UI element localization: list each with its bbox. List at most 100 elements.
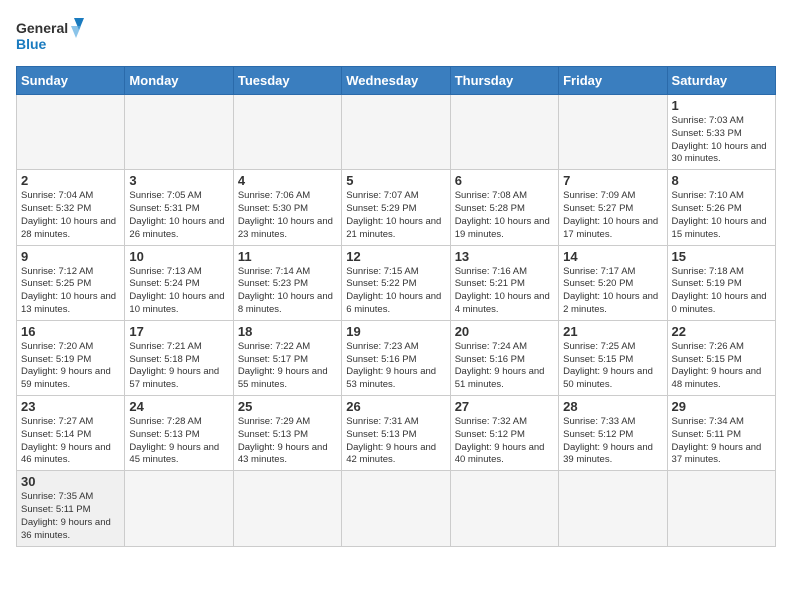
calendar-cell: 14 Sunrise: 7:17 AM Sunset: 5:20 PM Dayli… xyxy=(559,245,667,320)
calendar-cell: 29 Sunrise: 7:34 AM Sunset: 5:11 PM Dayli… xyxy=(667,396,775,471)
calendar-cell xyxy=(559,95,667,170)
day-number: 4 xyxy=(238,173,337,188)
day-number: 26 xyxy=(346,399,445,414)
day-info: Sunrise: 7:25 AM Sunset: 5:15 PM Dayligh… xyxy=(563,341,662,392)
day-info: Sunrise: 7:35 AM Sunset: 5:11 PM Dayligh… xyxy=(21,491,120,542)
day-number: 11 xyxy=(238,249,337,264)
day-number: 16 xyxy=(21,324,120,339)
calendar-cell xyxy=(125,95,233,170)
day-info: Sunrise: 7:05 AM Sunset: 5:31 PM Dayligh… xyxy=(129,190,228,241)
calendar-cell: 12Sunrise: 7:15 AM Sunset: 5:22 PM Dayli… xyxy=(342,245,450,320)
day-number: 19 xyxy=(346,324,445,339)
day-number: 14 xyxy=(563,249,662,264)
day-number: 6 xyxy=(455,173,554,188)
day-info: Sunrise: 7:27 AM Sunset: 5:14 PM Dayligh… xyxy=(21,416,120,467)
day-number: 23 xyxy=(21,399,120,414)
day-info: Sunrise: 7:08 AM Sunset: 5:28 PM Dayligh… xyxy=(455,190,554,241)
day-info: Sunrise: 7:07 AM Sunset: 5:29 PM Dayligh… xyxy=(346,190,445,241)
day-info: Sunrise: 7:17 AM Sunset: 5:20 PM Dayligh… xyxy=(563,266,662,317)
calendar-row-0: 1 Sunrise: 7:03 AM Sunset: 5:33 PM Daylig… xyxy=(17,95,776,170)
day-info: Sunrise: 7:26 AM Sunset: 5:15 PM Dayligh… xyxy=(672,341,771,392)
calendar-cell: 3Sunrise: 7:05 AM Sunset: 5:31 PM Daylig… xyxy=(125,170,233,245)
day-number: 18 xyxy=(238,324,337,339)
calendar-cell: 25Sunrise: 7:29 AM Sunset: 5:13 PM Dayli… xyxy=(233,396,341,471)
weekday-wednesday: Wednesday xyxy=(342,67,450,95)
day-number: 15 xyxy=(672,249,771,264)
day-number: 20 xyxy=(455,324,554,339)
calendar-cell: 30 Sunrise: 7:35 AM Sunset: 5:11 PM Dayli… xyxy=(17,471,125,546)
day-info: Sunrise: 7:03 AM Sunset: 5:33 PM Dayligh… xyxy=(672,115,771,166)
weekday-monday: Monday xyxy=(125,67,233,95)
day-info: Sunrise: 7:23 AM Sunset: 5:16 PM Dayligh… xyxy=(346,341,445,392)
day-number: 7 xyxy=(563,173,662,188)
day-info: Sunrise: 7:13 AM Sunset: 5:24 PM Dayligh… xyxy=(129,266,228,317)
calendar-cell: 15Sunrise: 7:18 AM Sunset: 5:19 PM Dayli… xyxy=(667,245,775,320)
svg-text:General: General xyxy=(16,20,68,36)
calendar-cell: 10 Sunrise: 7:13 AM Sunset: 5:24 PM Dayli… xyxy=(125,245,233,320)
day-info: Sunrise: 7:22 AM Sunset: 5:17 PM Dayligh… xyxy=(238,341,337,392)
day-number: 10 xyxy=(129,249,228,264)
day-number: 30 xyxy=(21,474,120,489)
calendar-row-5: 30 Sunrise: 7:35 AM Sunset: 5:11 PM Dayli… xyxy=(17,471,776,546)
calendar-cell xyxy=(450,95,558,170)
day-number: 22 xyxy=(672,324,771,339)
day-info: Sunrise: 7:21 AM Sunset: 5:18 PM Dayligh… xyxy=(129,341,228,392)
day-number: 17 xyxy=(129,324,228,339)
day-number: 2 xyxy=(21,173,120,188)
day-number: 5 xyxy=(346,173,445,188)
calendar-cell: 13 Sunrise: 7:16 AM Sunset: 5:21 PM Dayli… xyxy=(450,245,558,320)
day-info: Sunrise: 7:31 AM Sunset: 5:13 PM Dayligh… xyxy=(346,416,445,467)
day-number: 29 xyxy=(672,399,771,414)
day-info: Sunrise: 7:16 AM Sunset: 5:21 PM Dayligh… xyxy=(455,266,554,317)
day-number: 27 xyxy=(455,399,554,414)
logo: General Blue xyxy=(16,16,86,58)
calendar-row-2: 9 Sunrise: 7:12 AM Sunset: 5:25 PM Daylig… xyxy=(17,245,776,320)
calendar-cell xyxy=(233,95,341,170)
calendar-cell xyxy=(342,471,450,546)
calendar-cell xyxy=(342,95,450,170)
day-info: Sunrise: 7:20 AM Sunset: 5:19 PM Dayligh… xyxy=(21,341,120,392)
day-number: 1 xyxy=(672,98,771,113)
calendar-cell xyxy=(233,471,341,546)
weekday-thursday: Thursday xyxy=(450,67,558,95)
day-info: Sunrise: 7:10 AM Sunset: 5:26 PM Dayligh… xyxy=(672,190,771,241)
day-number: 8 xyxy=(672,173,771,188)
weekday-saturday: Saturday xyxy=(667,67,775,95)
weekday-tuesday: Tuesday xyxy=(233,67,341,95)
calendar-cell xyxy=(559,471,667,546)
day-info: Sunrise: 7:15 AM Sunset: 5:22 PM Dayligh… xyxy=(346,266,445,317)
calendar-cell: 19 Sunrise: 7:23 AM Sunset: 5:16 PM Dayli… xyxy=(342,320,450,395)
calendar-cell: 9 Sunrise: 7:12 AM Sunset: 5:25 PM Daylig… xyxy=(17,245,125,320)
day-number: 13 xyxy=(455,249,554,264)
day-number: 24 xyxy=(129,399,228,414)
day-info: Sunrise: 7:24 AM Sunset: 5:16 PM Dayligh… xyxy=(455,341,554,392)
calendar-cell: 24 Sunrise: 7:28 AM Sunset: 5:13 PM Dayli… xyxy=(125,396,233,471)
day-info: Sunrise: 7:04 AM Sunset: 5:32 PM Dayligh… xyxy=(21,190,120,241)
day-info: Sunrise: 7:28 AM Sunset: 5:13 PM Dayligh… xyxy=(129,416,228,467)
calendar-cell: 8 Sunrise: 7:10 AM Sunset: 5:26 PM Daylig… xyxy=(667,170,775,245)
calendar-cell: 20 Sunrise: 7:24 AM Sunset: 5:16 PM Dayli… xyxy=(450,320,558,395)
calendar-cell xyxy=(17,95,125,170)
day-info: Sunrise: 7:33 AM Sunset: 5:12 PM Dayligh… xyxy=(563,416,662,467)
calendar-cell xyxy=(450,471,558,546)
calendar-row-1: 2 Sunrise: 7:04 AM Sunset: 5:32 PM Daylig… xyxy=(17,170,776,245)
day-info: Sunrise: 7:12 AM Sunset: 5:25 PM Dayligh… xyxy=(21,266,120,317)
day-info: Sunrise: 7:09 AM Sunset: 5:27 PM Dayligh… xyxy=(563,190,662,241)
calendar-cell: 23 Sunrise: 7:27 AM Sunset: 5:14 PM Dayli… xyxy=(17,396,125,471)
calendar-cell: 1 Sunrise: 7:03 AM Sunset: 5:33 PM Daylig… xyxy=(667,95,775,170)
day-number: 21 xyxy=(563,324,662,339)
calendar-cell: 5 Sunrise: 7:07 AM Sunset: 5:29 PM Daylig… xyxy=(342,170,450,245)
day-number: 9 xyxy=(21,249,120,264)
weekday-sunday: Sunday xyxy=(17,67,125,95)
day-number: 28 xyxy=(563,399,662,414)
calendar-cell: 17 Sunrise: 7:21 AM Sunset: 5:18 PM Dayli… xyxy=(125,320,233,395)
day-info: Sunrise: 7:34 AM Sunset: 5:11 PM Dayligh… xyxy=(672,416,771,467)
calendar-cell xyxy=(125,471,233,546)
svg-text:Blue: Blue xyxy=(16,36,47,52)
calendar: SundayMondayTuesdayWednesdayThursdayFrid… xyxy=(16,66,776,547)
calendar-cell: 11Sunrise: 7:14 AM Sunset: 5:23 PM Dayli… xyxy=(233,245,341,320)
calendar-row-3: 16 Sunrise: 7:20 AM Sunset: 5:19 PM Dayli… xyxy=(17,320,776,395)
day-info: Sunrise: 7:32 AM Sunset: 5:12 PM Dayligh… xyxy=(455,416,554,467)
calendar-row-4: 23 Sunrise: 7:27 AM Sunset: 5:14 PM Dayli… xyxy=(17,396,776,471)
day-info: Sunrise: 7:06 AM Sunset: 5:30 PM Dayligh… xyxy=(238,190,337,241)
